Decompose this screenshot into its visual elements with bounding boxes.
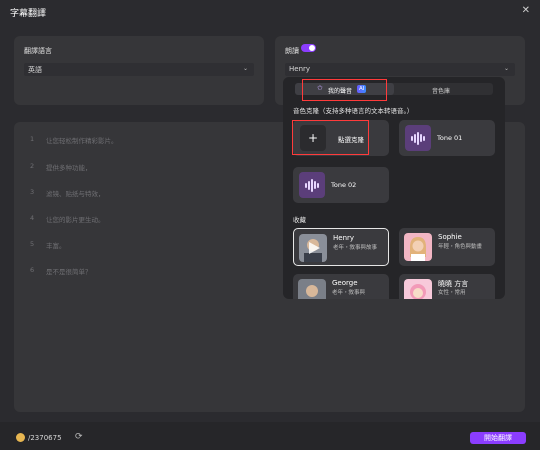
voice-card[interactable]: Sophie 年輕・角色與動畫 [399, 228, 495, 266]
clone-section-label: 音色克隆（支持多种语言的文本转语音。） [293, 107, 414, 115]
highlight-box [302, 79, 387, 101]
row-text: 滤镜、贴纸与特效， [46, 190, 105, 198]
voice-card[interactable]: 曉曉 方言 女性・常用 [399, 274, 495, 299]
subtitle-row[interactable]: 1 让您轻松制作精彩影片。 [14, 135, 284, 149]
voice-description: 老年・敘事與 [332, 290, 366, 296]
tab-voice-library-label: 音色庫 [432, 88, 451, 95]
voice-dropdown: ✩ 我的聲音 AI 音色庫 音色克隆（支持多种语言的文本转语音。） + 點選克隆… [283, 77, 505, 299]
tone-label: Tone 01 [437, 134, 463, 142]
start-translation-button[interactable]: 開始翻譯 [470, 432, 526, 444]
chevron-down-icon: ⌄ [242, 65, 248, 72]
chevron-down-icon: ⌄ [503, 65, 509, 72]
voice-card[interactable]: George 老年・敘事與 [293, 274, 389, 299]
translation-language-value: 英語 [28, 66, 42, 74]
voiceover-toggle[interactable] [301, 44, 316, 52]
tab-voice-library[interactable]: 音色庫 [394, 83, 493, 95]
avatar [404, 279, 432, 299]
row-number: 6 [30, 266, 35, 274]
subtitle-row[interactable]: 4 让您的影片更生动。 [14, 214, 284, 228]
voice-name: Sophie [438, 233, 462, 241]
avatar [299, 234, 327, 262]
subtitle-row[interactable]: 6 是不是很简单？ [14, 266, 284, 280]
voice-name: 曉曉 方言 [438, 280, 469, 288]
avatar [298, 279, 326, 299]
favorites-label: 收藏 [293, 216, 306, 224]
row-number: 3 [30, 188, 35, 196]
subtitle-row[interactable]: 3 滤镜、贴纸与特效， [14, 188, 284, 202]
close-icon[interactable]: ✕ [522, 5, 530, 16]
tone-card[interactable]: Tone 02 [293, 167, 389, 203]
row-text: 丰富。 [46, 242, 66, 250]
waveform-icon [405, 125, 431, 151]
voice-name: Henry [333, 234, 355, 242]
voice-name: George [332, 279, 358, 287]
translation-language-select[interactable]: 英語 ⌄ [24, 63, 254, 76]
row-number: 5 [30, 240, 35, 248]
voice-card-selected[interactable]: Henry 老年・敘事與故事 [293, 228, 389, 266]
voice-description: 老年・敘事與故事 [333, 245, 378, 251]
refresh-icon[interactable]: ⟳ [75, 432, 83, 442]
translation-language-panel: 翻譯語言 英語 ⌄ [14, 36, 264, 105]
voice-select[interactable]: Henry ⌄ [285, 63, 515, 76]
highlight-box [292, 120, 369, 155]
row-text: 让您的影片更生动。 [46, 216, 105, 224]
voice-description: 女性・常用 [438, 290, 466, 296]
row-text: 提供多种功能， [46, 164, 92, 172]
subtitle-row[interactable]: 2 提供多种功能， [14, 162, 284, 176]
waveform-icon [299, 172, 325, 198]
coin-icon [16, 433, 25, 442]
voice-description: 年輕・角色與動畫 [438, 244, 483, 250]
row-number: 1 [30, 135, 35, 143]
subtitle-row[interactable]: 5 丰富。 [14, 240, 284, 254]
translation-language-label: 翻譯語言 [24, 47, 52, 55]
tone-label: Tone 02 [331, 181, 357, 189]
coin-balance: /2370675 [28, 434, 62, 442]
window-title: 字幕翻譯 [10, 9, 47, 19]
voice-select-value: Henry [289, 65, 311, 73]
row-text: 让您轻松制作精彩影片。 [46, 137, 118, 145]
row-text: 是不是很简单？ [46, 268, 92, 276]
tone-card[interactable]: Tone 01 [399, 120, 495, 156]
voiceover-label: 朗讀 [285, 47, 299, 55]
row-number: 2 [30, 162, 35, 170]
row-number: 4 [30, 214, 35, 222]
avatar [404, 233, 432, 261]
